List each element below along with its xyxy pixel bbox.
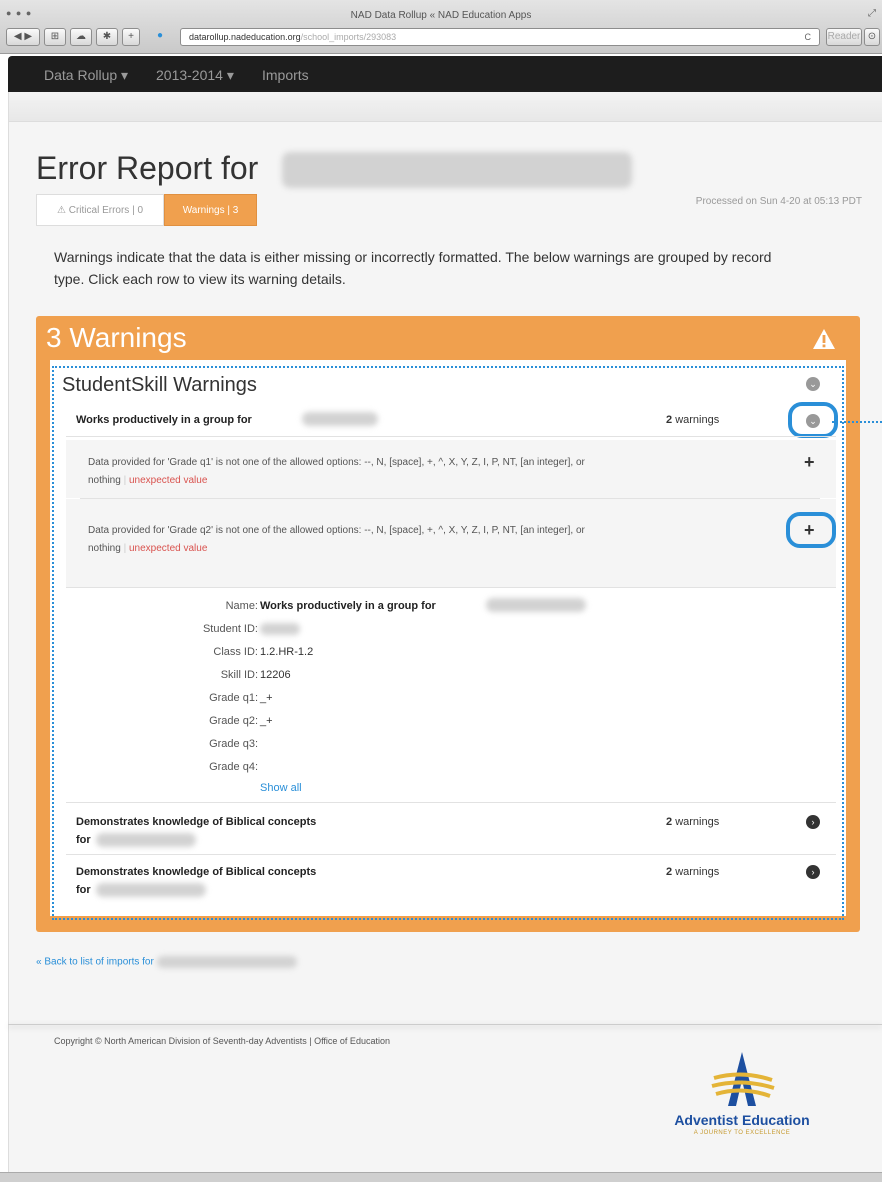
row-title[interactable]: Demonstrates knowledge of Biblical conce… [76,816,316,828]
detail-value: _+ [260,692,273,704]
url-host: datarollup.nadeducation.org [189,32,301,42]
address-bar[interactable]: datarollup.nadeducation.org/school_impor… [180,28,820,46]
detail-value: _+ [260,715,273,727]
detail-value: 12206 [260,669,291,681]
student-name-redacted [302,412,378,426]
school-name-redacted [156,956,297,968]
detail-label: Class ID: [213,646,258,658]
sub-bar [9,92,882,122]
divider [66,802,836,803]
warning-count: 2 [666,866,673,878]
detail-label: Grade q1: [209,692,258,704]
row-warning-count: 2 warnings [666,816,719,828]
processed-timestamp: Processed on Sun 4-20 at 05:13 PDT [695,196,862,207]
collapse-group-icon[interactable]: ⌄ [806,377,820,391]
alert-icon [813,329,835,349]
warning-message: Data provided for 'Grade q1' is not one … [88,454,778,490]
url-path: /school_imports/293083 [300,32,397,42]
detail-value: Works productively in a group for [260,600,436,612]
page-title: Error Report for [36,150,259,186]
highlight-plus-icon [786,512,836,548]
warning-count-suffix: warnings [675,816,720,828]
logo-a-icon [711,1052,775,1106]
tab-critical-errors[interactable]: ⚠ Critical Errors | 0 [36,194,164,226]
warning-count: 2 [666,414,673,426]
detail-label: Name: [225,600,258,612]
nav-year[interactable]: 2013-2014 ▾ [156,67,234,84]
icloud-icon[interactable]: ☁ [70,28,92,46]
annotation-pointer-line [832,421,882,423]
warning-count-suffix: warnings [675,866,720,878]
divider [66,854,836,855]
tab-warnings[interactable]: Warnings | 3 [164,194,257,226]
separator: | [123,543,127,554]
nav-imports[interactable]: Imports [262,67,309,83]
extension-icon[interactable]: ✱ [96,28,118,46]
detail-label: Grade q2: [209,715,258,727]
browser-toolbar: ◀ ▶ ⊞ ☁ ✱ + ● datarollup.nadeducation.or… [0,26,882,52]
detail-label: Grade q3: [209,738,258,750]
warning-triangle-icon: ⚠ [56,205,66,216]
row-title-cont[interactable]: for [76,884,91,896]
warning-count: 2 [666,816,673,828]
logo-tagline: A JOURNEY TO EXCELLENCE [693,1130,791,1136]
chevron-right-icon[interactable]: › [806,865,820,879]
reader-button[interactable]: Reader [826,28,862,46]
school-name-redacted [282,152,632,188]
chevron-right-icon[interactable]: › [806,815,820,829]
row-title[interactable]: Works productively in a group for [76,414,252,426]
student-name-redacted [96,833,196,847]
copyright-text: Copyright © North American Division of S… [54,1036,390,1046]
back-link-text: « Back to list of imports for [36,956,154,968]
warning-message: Data provided for 'Grade q2' is not one … [88,522,778,558]
row-title[interactable]: Demonstrates knowledge of Biblical conce… [76,866,316,878]
intro-text: Warnings indicate that the data is eithe… [54,249,772,287]
student-name-redacted [96,883,206,897]
warning-tag: unexpected value [128,475,208,486]
back-to-imports-link[interactable]: « Back to list of imports for [36,956,297,968]
warning-text-end: nothing [88,543,121,554]
window-title: NAD Data Rollup « NAD Education Apps [350,10,532,21]
warning-text: Data provided for 'Grade q1' is not one … [88,457,585,468]
back-forward-button[interactable]: ◀ ▶ [6,28,40,46]
show-all-link[interactable]: Show all [260,782,302,794]
detail-value: 1.2.HR-1.2 [260,646,314,658]
detail-label: Grade q4: [209,761,258,773]
row-title-cont[interactable]: for [76,834,91,846]
detail-label: Skill ID: [220,669,258,681]
panel-title: 3 Warnings [46,322,187,353]
student-id-redacted [260,623,300,635]
row-warning-count: 2 warnings [666,866,719,878]
nav-data-rollup[interactable]: Data Rollup ▾ [44,67,128,84]
separator: | [123,475,127,486]
adventist-education-logo: Adventist Education A JOURNEY TO EXCELLE… [644,1050,844,1140]
tab-critical-label: Critical Errors | 0 [68,205,144,216]
logo-title: Adventist Education [674,1112,810,1128]
reload-icon[interactable]: C [805,29,812,45]
browser-status-bar [0,1172,882,1182]
row-warning-count: 2 warnings [666,414,719,426]
warning-count-suffix: warnings [675,414,720,426]
expand-warning-plus-icon[interactable]: + [804,452,815,473]
warning-tag: unexpected value [128,543,208,554]
warning-text-end: nothing [88,475,121,486]
highlight-expand-icon [788,402,838,438]
download-icon[interactable]: ⊙ [864,28,880,46]
group-title: StudentSkill Warnings [62,374,257,396]
site-icon: ● [156,30,164,41]
divider [66,436,836,437]
top-navbar: Data Rollup ▾ 2013-2014 ▾ Imports [8,56,882,92]
warning-text: Data provided for 'Grade q2' is not one … [88,525,585,536]
fullscreen-icon[interactable]: ⤢ [868,8,876,19]
browser-chrome: ● ● ● NAD Data Rollup « NAD Education Ap… [0,0,882,54]
new-tab-button[interactable]: + [122,28,140,46]
student-name-redacted [486,598,586,612]
footer-divider [8,1024,882,1025]
show-all-tabs-button[interactable]: ⊞ [44,28,66,46]
detail-label: Student ID: [202,623,258,635]
